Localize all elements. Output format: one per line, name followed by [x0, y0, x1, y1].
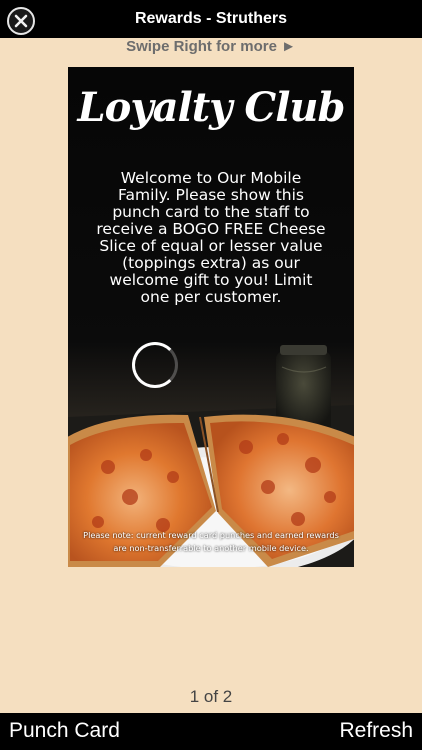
top-bar: Rewards - Struthers	[0, 0, 422, 38]
page-title: Rewards - Struthers	[134, 10, 288, 27]
loading-spinner	[132, 342, 178, 388]
card-message: Welcome to Our Mobile Family. Please sho…	[96, 169, 326, 306]
card-footnote: Please note: current reward card punches…	[83, 530, 339, 553]
punch-card-button[interactable]: Punch Card	[9, 717, 120, 745]
pizza-photo	[68, 67, 354, 567]
swipe-hint: Swipe Right for more ►	[126, 38, 296, 55]
page-indicator: 1 of 2	[189, 687, 233, 706]
card-title: Loyalty Club	[77, 84, 346, 131]
refresh-button[interactable]: Refresh	[339, 717, 413, 745]
reward-card[interactable]: Loyalty Club Welcome to Our Mobile Famil…	[68, 67, 354, 567]
bottom-bar: Punch Card Refresh	[0, 713, 422, 750]
